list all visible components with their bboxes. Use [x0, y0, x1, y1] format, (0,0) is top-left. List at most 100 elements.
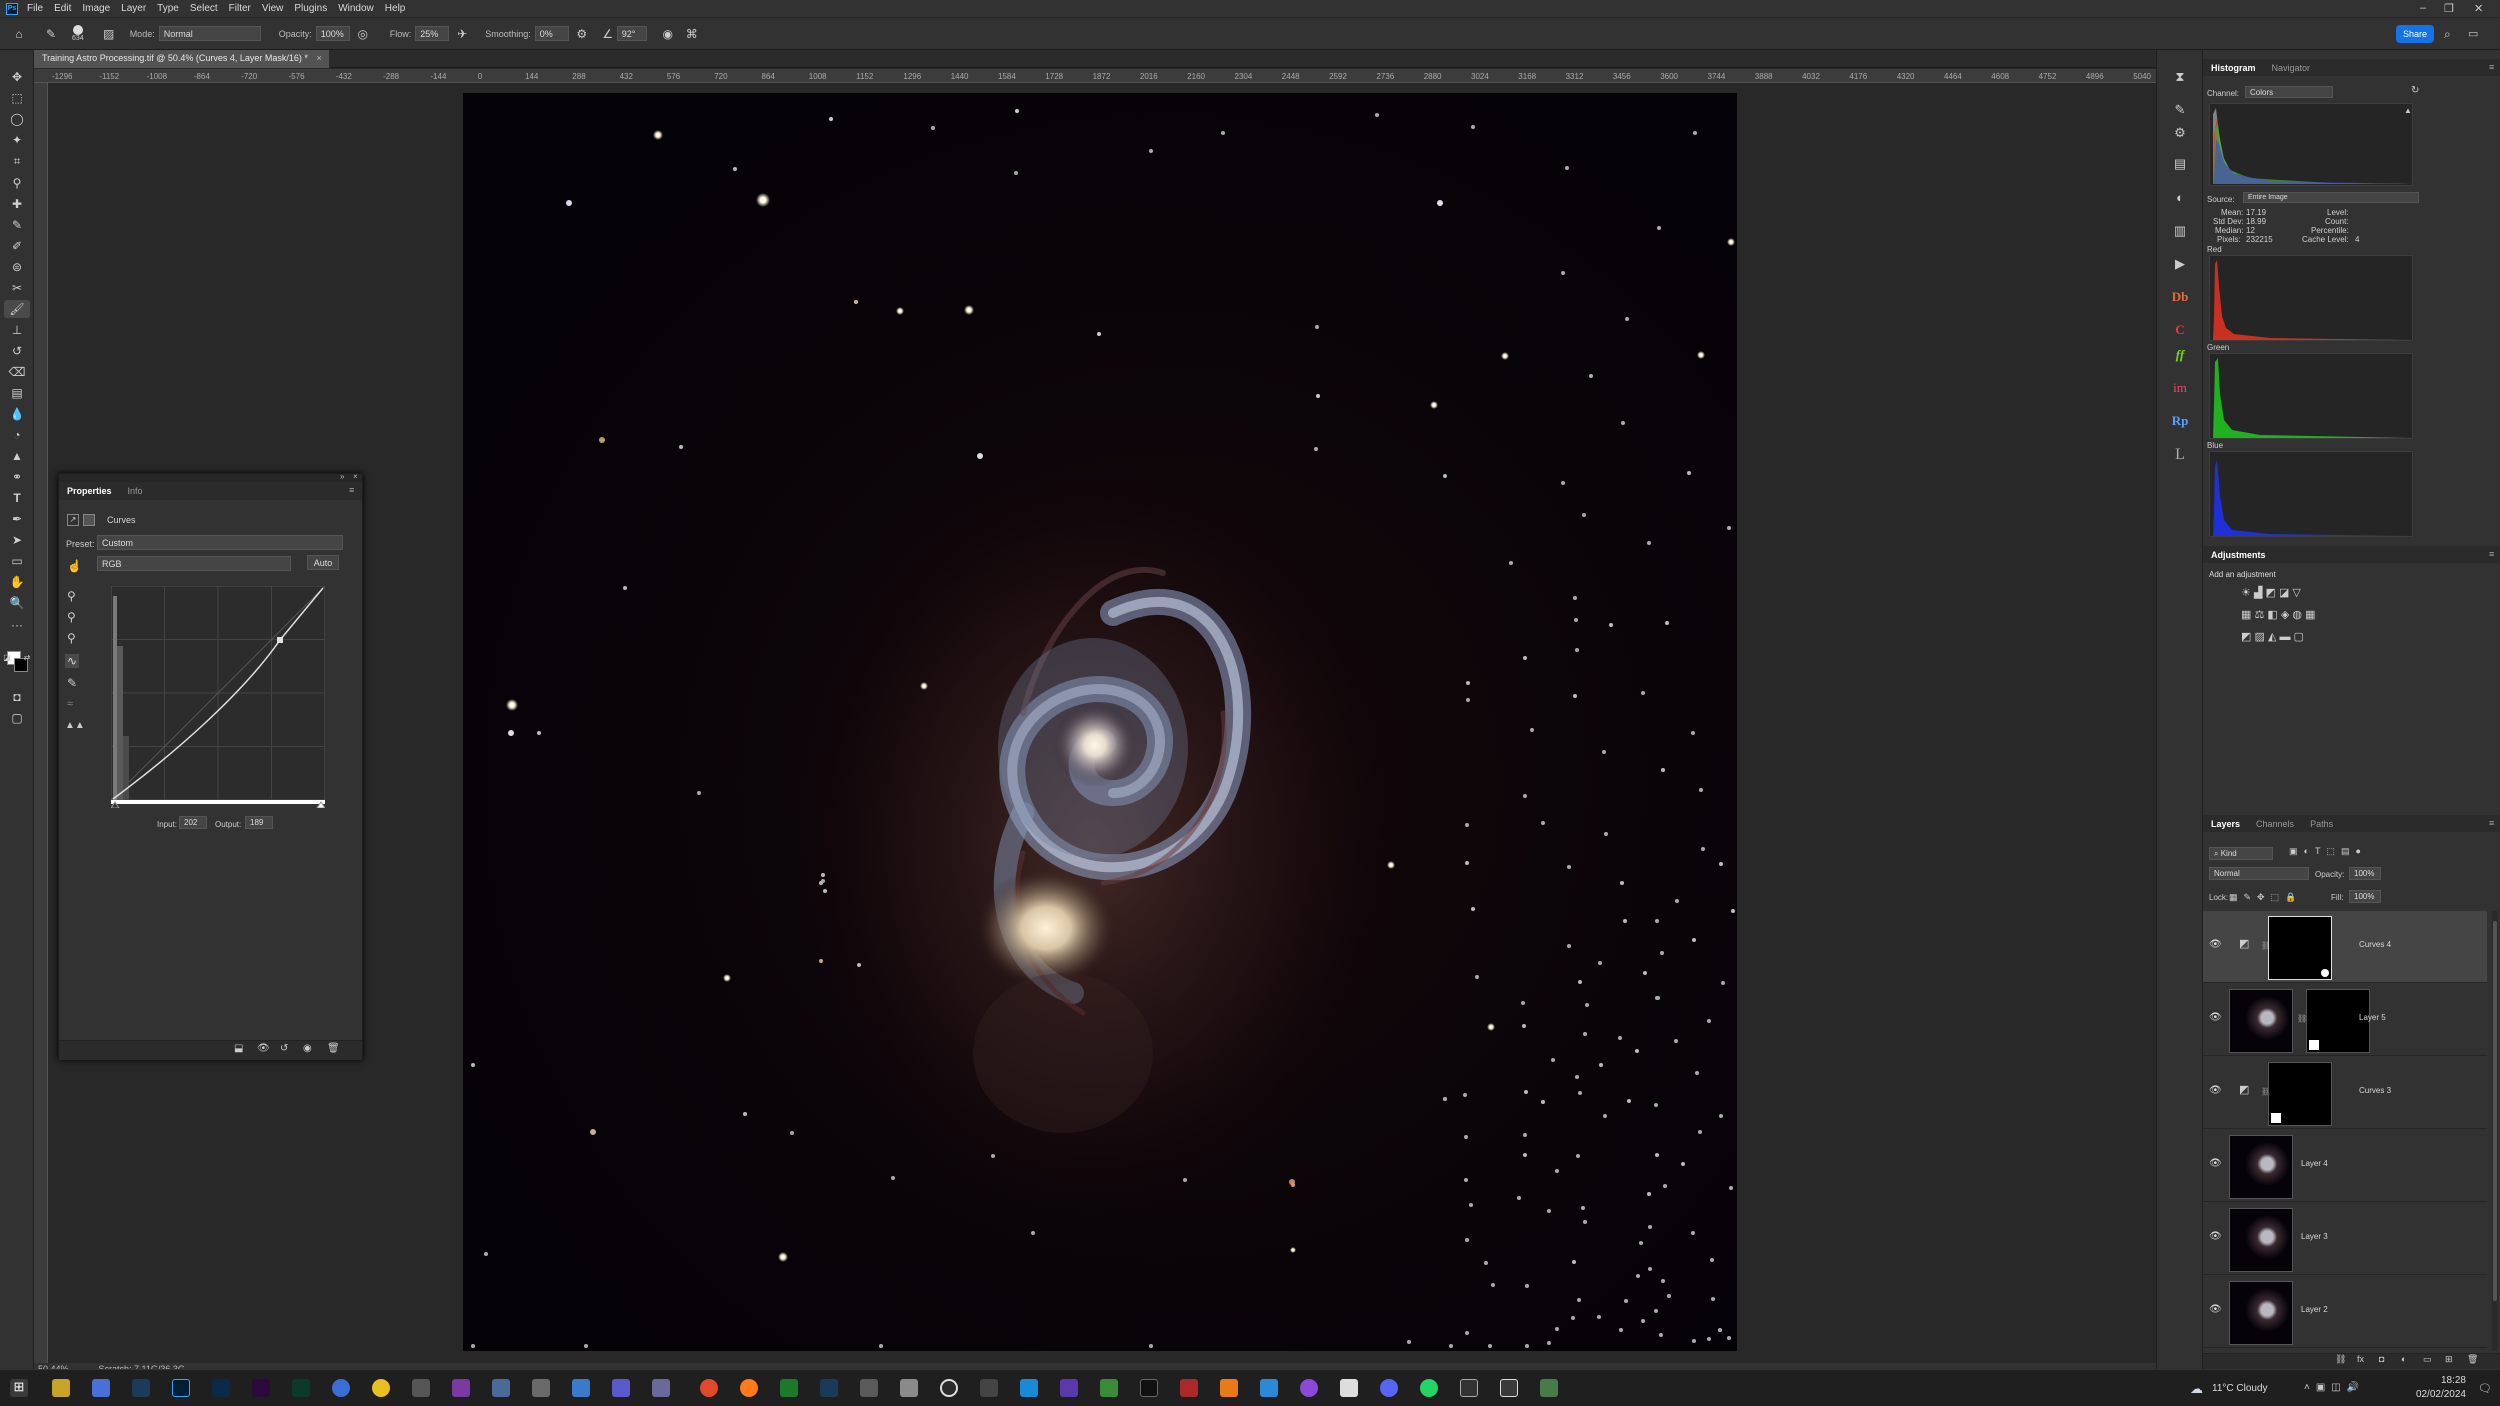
- tab-channels[interactable]: Channels: [2248, 819, 2302, 829]
- menu-view[interactable]: View: [262, 3, 284, 14]
- layer-thumbnail[interactable]: [2229, 1281, 2293, 1345]
- view-previous-state-icon[interactable]: 👁: [257, 1043, 270, 1054]
- dodge-tool-icon[interactable]: ◔: [4, 426, 30, 444]
- brush-tool-active-icon[interactable]: 🖌: [4, 300, 30, 318]
- whatsapp-icon[interactable]: [1420, 1379, 1438, 1397]
- lasso-tool-icon[interactable]: ◯: [4, 110, 30, 128]
- weather-text[interactable]: 11°C Cloudy: [2212, 1383, 2268, 1394]
- layer-row[interactable]: 👁 ◩ ⛓ Curves 4: [2203, 911, 2487, 983]
- layer-row[interactable]: 👁 Layer 4: [2203, 1130, 2487, 1202]
- plugin-rp-icon[interactable]: Rp: [2169, 410, 2191, 432]
- menu-window[interactable]: Window: [338, 3, 374, 14]
- maximize-icon[interactable]: ❐: [2444, 2, 2454, 15]
- visibility-eye-icon[interactable]: 👁: [2209, 1231, 2222, 1242]
- layer-row[interactable]: 👁 Layer 2: [2203, 1276, 2487, 1348]
- levels-icon[interactable]: ▟: [2254, 587, 2262, 599]
- cache-warning-icon[interactable]: ▲: [2404, 106, 2412, 115]
- preset-select[interactable]: Custom: [97, 535, 343, 550]
- marquee-tool-icon[interactable]: ⬚: [4, 89, 30, 107]
- threshold-icon[interactable]: ◭: [2268, 631, 2276, 643]
- hand-tool-icon[interactable]: ✋: [4, 573, 30, 591]
- blend-mode-select[interactable]: Normal: [2209, 867, 2309, 880]
- app-icon[interactable]: [132, 1379, 150, 1397]
- clone-stamp-tool-icon[interactable]: ⊥: [4, 321, 30, 339]
- tab-adjustments[interactable]: Adjustments: [2203, 550, 2274, 560]
- histogram-channel-select[interactable]: Colors: [2245, 86, 2333, 98]
- close-tab-icon[interactable]: ×: [316, 53, 321, 63]
- menu-image[interactable]: Image: [82, 3, 110, 14]
- app-icon[interactable]: [1460, 1379, 1478, 1397]
- tab-histogram[interactable]: Histogram: [2203, 63, 2264, 73]
- selective-color-icon[interactable]: ▢: [2294, 631, 2304, 643]
- properties-panel-titlebar[interactable]: » ×: [59, 472, 362, 482]
- plugin-im-icon[interactable]: im: [2169, 377, 2191, 399]
- premiere-icon[interactable]: [252, 1379, 270, 1397]
- output-field[interactable]: 189: [245, 816, 273, 829]
- menu-edit[interactable]: Edit: [54, 3, 71, 14]
- app-icon[interactable]: [332, 1379, 350, 1397]
- app-icon[interactable]: [412, 1379, 430, 1397]
- exposure-icon[interactable]: ◪: [2279, 587, 2289, 599]
- quick-mask-icon[interactable]: ◘: [4, 688, 30, 706]
- skype-icon[interactable]: [1020, 1379, 1038, 1397]
- link-layers-icon[interactable]: ⛓: [2335, 1354, 2346, 1365]
- actions-play-icon[interactable]: ▶: [2169, 253, 2191, 275]
- app-icon[interactable]: [980, 1379, 998, 1397]
- move-tool-icon[interactable]: ✥: [4, 68, 30, 86]
- panel-menu-icon[interactable]: ≡: [349, 485, 354, 495]
- collapse-icon[interactable]: »: [340, 472, 344, 481]
- quick-select-tool-icon[interactable]: ✦: [4, 131, 30, 149]
- source-select[interactable]: Entire Image: [2243, 192, 2419, 203]
- layer-row[interactable]: 👁 ⛓ Layer 5: [2203, 984, 2487, 1056]
- path-select-tool-icon[interactable]: ➤: [4, 531, 30, 549]
- plugin-ff-icon[interactable]: ff: [2169, 344, 2191, 366]
- history-panel-icon[interactable]: ⧗: [2169, 66, 2191, 88]
- panel-menu-icon[interactable]: ≡: [2489, 549, 2494, 559]
- lock-icons[interactable]: ▦✎✥⬚🔒: [2229, 892, 2302, 903]
- brightness-icon[interactable]: ☀: [2241, 587, 2251, 599]
- app-icon[interactable]: [652, 1379, 670, 1397]
- menu-filter[interactable]: Filter: [229, 3, 251, 14]
- curves-graph[interactable]: [111, 586, 325, 808]
- eraser-tool-icon[interactable]: ⌫: [4, 363, 30, 381]
- app-icon[interactable]: [452, 1379, 470, 1397]
- app-icon[interactable]: [1060, 1379, 1078, 1397]
- document-tab[interactable]: Training Astro Processing.tif @ 50.4% (C…: [34, 50, 329, 68]
- vlc-icon[interactable]: [1220, 1379, 1238, 1397]
- curves-adjustment-icon[interactable]: ↗: [67, 514, 79, 526]
- tab-layers[interactable]: Layers: [2203, 819, 2248, 829]
- target-adjust-icon[interactable]: ☝: [67, 559, 82, 573]
- panel-menu-icon[interactable]: ≡: [2489, 818, 2494, 828]
- gear-icon[interactable]: ⚙: [575, 27, 589, 41]
- clock-date[interactable]: 02/02/2024: [2406, 1389, 2466, 1400]
- tab-properties[interactable]: Properties: [59, 486, 120, 496]
- tab-paths[interactable]: Paths: [2302, 819, 2341, 829]
- layer-style-icon[interactable]: fx: [2357, 1354, 2364, 1364]
- file-explorer-icon[interactable]: [52, 1379, 70, 1397]
- layer-filter-kind-select[interactable]: ⌕ Kind: [2209, 847, 2273, 860]
- clip-to-layer-icon[interactable]: ⬓: [234, 1043, 243, 1054]
- auto-button[interactable]: Auto: [307, 555, 339, 570]
- clipping-warning-icon[interactable]: ▲▲: [65, 720, 85, 731]
- menu-select[interactable]: Select: [190, 3, 218, 14]
- smoothing-field[interactable]: 0%: [534, 26, 569, 41]
- sponge-tool-icon[interactable]: ⚭: [4, 468, 30, 486]
- new-layer-icon[interactable]: ⊞: [2445, 1354, 2453, 1365]
- channel-select[interactable]: RGB: [97, 556, 291, 571]
- blur-tool-icon[interactable]: 💧: [4, 405, 30, 423]
- app-icon[interactable]: [1500, 1379, 1518, 1397]
- menu-help[interactable]: Help: [385, 3, 406, 14]
- black-white-icon[interactable]: ◧: [2267, 609, 2277, 621]
- curves-icon[interactable]: ◩: [2265, 587, 2275, 599]
- healing-tool-icon[interactable]: ✚: [4, 195, 30, 213]
- notifications-icon[interactable]: 🗨: [2478, 1382, 2492, 1395]
- workspace-icon[interactable]: ▭: [2468, 27, 2478, 40]
- add-mask-icon[interactable]: ◘: [2379, 1354, 2384, 1364]
- app-icon[interactable]: [1340, 1379, 1358, 1397]
- mode-select[interactable]: Normal: [158, 26, 261, 41]
- swap-colors-icon[interactable]: ⇄: [22, 648, 32, 666]
- gray-point-eyedropper-icon[interactable]: ⚲: [67, 610, 76, 624]
- app-icon[interactable]: [940, 1379, 958, 1397]
- close-icon[interactable]: ✕: [2474, 2, 2483, 15]
- invert-icon[interactable]: ◩: [2241, 631, 2251, 643]
